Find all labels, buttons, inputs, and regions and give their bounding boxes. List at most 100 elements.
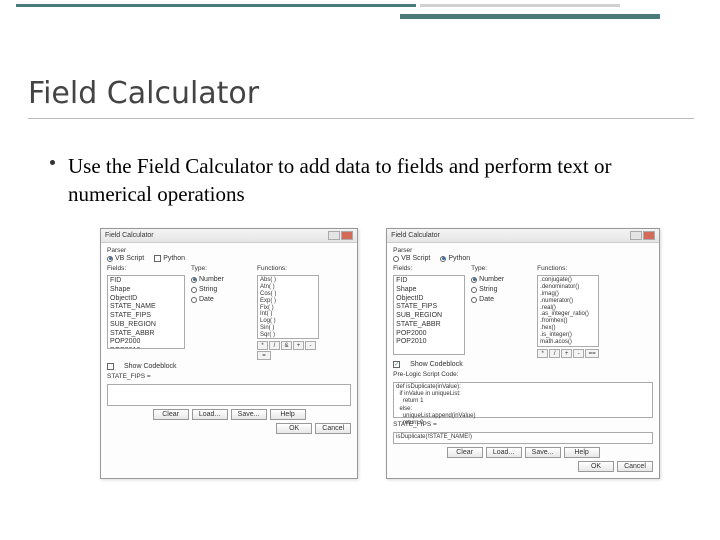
field-calculator-dialog-vb: Field Calculator Parser VB Script Python…: [100, 228, 358, 479]
list-item[interactable]: Atn( ): [260, 284, 316, 291]
op-plus[interactable]: +: [293, 341, 304, 350]
save-button[interactable]: Save...: [525, 447, 561, 458]
op-multiply[interactable]: *: [257, 341, 268, 350]
slide-decor: [0, 0, 720, 36]
type-label: Type:: [191, 265, 251, 272]
close-icon[interactable]: [341, 231, 353, 240]
list-item[interactable]: .denominator(): [540, 284, 596, 291]
list-item[interactable]: Shape: [396, 286, 462, 295]
list-item[interactable]: POP2010: [110, 347, 182, 349]
load-button[interactable]: Load...: [192, 409, 228, 420]
cancel-button[interactable]: Cancel: [315, 423, 351, 434]
clear-button[interactable]: Clear: [153, 409, 189, 420]
list-item[interactable]: Sin( ): [260, 325, 316, 332]
list-item[interactable]: POP2000: [396, 330, 462, 339]
radio-type-number[interactable]: Number: [191, 276, 251, 283]
op-plus[interactable]: +: [561, 349, 572, 358]
list-item[interactable]: FID: [110, 277, 182, 286]
help-button[interactable]: Help: [270, 409, 306, 420]
close-icon[interactable]: [643, 231, 655, 240]
op-divide[interactable]: /: [269, 341, 280, 350]
title-underline: [28, 118, 694, 119]
radio-python[interactable]: Python: [154, 255, 185, 262]
functions-listbox[interactable]: Abs( ) Atn( ) Cos( ) Exp( ) Fix( ) Int( …: [257, 275, 319, 339]
op-equals[interactable]: =: [257, 351, 271, 360]
functions-label: Functions:: [257, 265, 319, 272]
codeblock-textarea[interactable]: def isDuplicate(inValue): if inValue in …: [393, 382, 653, 418]
radio-type-number[interactable]: Number: [471, 276, 531, 283]
list-item[interactable]: FID: [396, 277, 462, 286]
list-item[interactable]: SUB_REGION: [396, 312, 462, 321]
list-item[interactable]: STATE_FIPS: [396, 303, 462, 312]
op-equals[interactable]: ==: [585, 349, 599, 358]
window-titlebar[interactable]: Field Calculator: [387, 229, 659, 243]
list-item[interactable]: POP2000: [110, 338, 182, 347]
list-item[interactable]: .imag(): [540, 291, 596, 298]
list-item[interactable]: ObjectID: [396, 295, 462, 304]
list-item[interactable]: Sqr( ): [260, 332, 316, 339]
functions-listbox[interactable]: .conjugate() .denominator() .imag() .num…: [537, 275, 599, 347]
codeblock-label: Pre-Logic Script Code:: [393, 371, 653, 378]
show-codeblock-checkbox[interactable]: ✓: [393, 361, 400, 368]
list-item[interactable]: STATE_FIPS: [110, 312, 182, 321]
window-title: Field Calculator: [105, 232, 154, 239]
list-item[interactable]: .real(): [540, 305, 596, 312]
op-multiply[interactable]: *: [537, 349, 548, 358]
fields-listbox[interactable]: FID Shape ObjectID STATE_FIPS SUB_REGION…: [393, 275, 465, 355]
op-minus[interactable]: -: [573, 349, 584, 358]
window-titlebar[interactable]: Field Calculator: [101, 229, 357, 243]
list-item[interactable]: math.acos(): [540, 339, 596, 346]
radio-vbscript[interactable]: VB Script: [393, 255, 430, 262]
list-item[interactable]: .as_integer_ratio(): [540, 311, 596, 318]
list-item[interactable]: Abs( ): [260, 277, 316, 284]
radio-type-string[interactable]: String: [191, 286, 251, 293]
clear-button[interactable]: Clear: [447, 447, 483, 458]
list-item[interactable]: .is_integer(): [540, 332, 596, 339]
list-item[interactable]: .hex(): [540, 325, 596, 332]
radio-type-date[interactable]: Date: [191, 296, 251, 303]
list-item[interactable]: Shape: [110, 286, 182, 295]
op-divide[interactable]: /: [549, 349, 560, 358]
list-item[interactable]: Cos( ): [260, 291, 316, 298]
show-codeblock-label: Show Codeblock: [124, 363, 177, 370]
list-item[interactable]: Log( ): [260, 318, 316, 325]
list-item[interactable]: .conjugate(): [540, 277, 596, 284]
list-item[interactable]: Exp( ): [260, 298, 316, 305]
show-codeblock-checkbox[interactable]: [107, 363, 114, 370]
list-item[interactable]: .numerator(): [540, 298, 596, 305]
expression-field-label: STATE_FIPS =: [107, 373, 351, 380]
ok-button[interactable]: OK: [578, 461, 614, 472]
list-item[interactable]: Int( ): [260, 311, 316, 318]
fields-listbox[interactable]: FID Shape ObjectID STATE_NAME STATE_FIPS…: [107, 275, 185, 349]
type-label: Type:: [471, 265, 531, 272]
list-item[interactable]: STATE_NAME: [110, 303, 182, 312]
operator-grid: * / & + - =: [257, 341, 319, 360]
list-item[interactable]: .fromhex(): [540, 318, 596, 325]
help-button[interactable]: Help: [564, 447, 600, 458]
radio-type-date[interactable]: Date: [471, 296, 531, 303]
list-item[interactable]: STATE_ABBR: [396, 321, 462, 330]
list-item[interactable]: ObjectID: [110, 295, 182, 304]
radio-type-string[interactable]: String: [471, 286, 531, 293]
show-codeblock-label: Show Codeblock: [410, 361, 463, 368]
list-item[interactable]: POP2010: [396, 338, 462, 347]
parser-label: Parser: [393, 247, 653, 254]
op-minus[interactable]: -: [305, 341, 316, 350]
radio-python[interactable]: Python: [440, 255, 470, 262]
bullet-dot: [50, 160, 55, 165]
op-amp[interactable]: &: [281, 341, 292, 350]
expression-textarea[interactable]: [107, 384, 351, 406]
cancel-button[interactable]: Cancel: [617, 461, 653, 472]
radio-vbscript[interactable]: VB Script: [107, 255, 144, 262]
list-item[interactable]: STATE_ABBR: [110, 330, 182, 339]
checkbox-icon: [154, 255, 161, 262]
window-title: Field Calculator: [391, 232, 440, 239]
help-icon[interactable]: [328, 231, 340, 240]
list-item[interactable]: Fix( ): [260, 305, 316, 312]
save-button[interactable]: Save...: [231, 409, 267, 420]
ok-button[interactable]: OK: [276, 423, 312, 434]
list-item[interactable]: SUB_REGION: [110, 321, 182, 330]
load-button[interactable]: Load...: [486, 447, 522, 458]
help-icon[interactable]: [630, 231, 642, 240]
expression-textarea[interactable]: isDuplicate(!STATE_NAME!): [393, 432, 653, 444]
